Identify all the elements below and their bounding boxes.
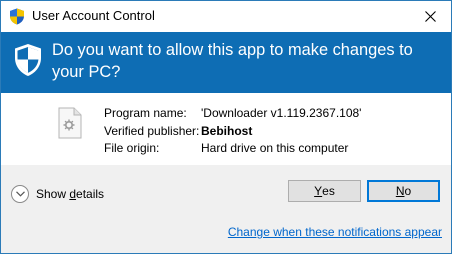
program-name-row: Program name: 'Downloader v1.119.2367.108…: [104, 106, 361, 120]
uac-shield-icon: [10, 8, 24, 25]
publisher-label: Verified publisher:: [104, 124, 200, 138]
no-label-rest: o: [404, 184, 412, 198]
change-notifications-link[interactable]: Change when these notifications appear: [228, 225, 442, 239]
prompt-question: Do you want to allow this app to make ch…: [52, 41, 413, 81]
publisher-row: Verified publisher: Bebihost: [104, 124, 252, 138]
details-expander[interactable]: [11, 185, 29, 203]
show-details-label: Show details: [36, 187, 104, 201]
file-origin-row: File origin: Hard drive on this computer: [104, 141, 348, 155]
close-icon: [424, 10, 436, 22]
chevron-down-icon: [15, 191, 25, 197]
no-mnemonic: N: [395, 184, 405, 198]
prompt-header: Do you want to allow this app to make ch…: [1, 32, 451, 93]
show-details-suffix: etails: [76, 187, 105, 201]
yes-label-rest: es: [322, 184, 335, 198]
close-button[interactable]: [413, 1, 447, 31]
file-origin-label: File origin:: [104, 141, 160, 155]
file-origin-value: Hard drive on this computer: [201, 141, 349, 155]
show-details-prefix: Show: [36, 187, 70, 201]
program-name-value: 'Downloader v1.119.2367.108': [201, 106, 362, 120]
program-name-label: Program name:: [104, 106, 187, 120]
dialog-footer: Show details Yes No Change when these no…: [1, 165, 451, 253]
yes-mnemonic: Y: [314, 184, 323, 198]
show-details-toggle[interactable]: Show details: [11, 183, 104, 205]
window-title: User Account Control: [32, 8, 155, 23]
uac-dialog: User Account Control Do you want to allo…: [0, 0, 452, 254]
yes-button[interactable]: Yes: [288, 180, 361, 202]
generic-application-icon: [58, 107, 82, 139]
no-button[interactable]: No: [367, 180, 440, 202]
uac-shield-icon: [15, 44, 41, 76]
title-bar[interactable]: User Account Control: [1, 1, 451, 32]
publisher-value: Bebihost: [201, 124, 253, 138]
